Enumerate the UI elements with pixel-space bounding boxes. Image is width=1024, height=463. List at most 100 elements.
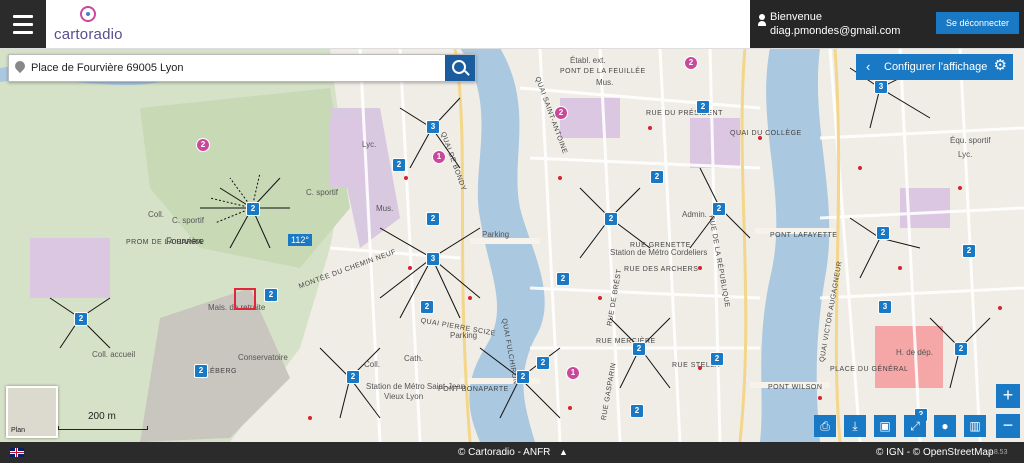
street-label: RUE GRENETTE [630,242,691,249]
user-email: diag.pmondes@gmail.com [770,25,901,37]
map-view[interactable]: ‹ Configurer l'affichage ⚙ Fourvière Con… [0,48,1024,442]
azimuth-label: 112° [288,234,312,246]
antenna-marker[interactable]: 3 [426,252,440,266]
logo-text: cartoradio [54,26,123,43]
configure-display-button[interactable]: ‹ Configurer l'affichage ⚙ [856,54,1013,80]
street-label: PONT BONAPARTE [438,386,509,393]
street-label: RUE DU PRÉSIDENT [646,110,723,117]
antenna-marker[interactable]: 2 [516,370,530,384]
street-label: PONT WILSON [768,384,823,391]
antenna-marker[interactable]: 2 [194,364,208,378]
map-label: Équ. sportif [950,136,991,145]
cartoradio-logo[interactable]: cartoradio [54,4,124,44]
zoom-in-button[interactable]: + [996,384,1020,408]
antenna-marker[interactable]: 2 [420,300,434,314]
search-button[interactable] [445,55,475,81]
street-label: RUE DES ARCHERS [624,266,699,273]
antenna-marker[interactable]: 2 [264,288,278,302]
map-label: Conservatoire [238,353,288,362]
search-bar [8,54,476,82]
map-label: Établ. ext. [570,56,606,65]
chevron-left-icon: ‹ [866,59,871,74]
menu-line [13,22,33,26]
antenna-marker[interactable]: 2 [632,342,646,356]
antenna-marker[interactable]: 2 [556,272,570,286]
map-credit: © IGN - © OpenStreetMap [876,447,994,458]
ruler-icon[interactable]: ▥ [964,415,986,437]
zoom-out-button[interactable]: − [996,414,1020,438]
map-label: Mus. [376,204,394,213]
antenna-marker[interactable]: 2 [954,342,968,356]
map-label: Coll. [148,210,165,219]
site-cluster-marker[interactable]: 1 [432,150,446,164]
antenna-marker[interactable]: 2 [74,312,88,326]
welcome-text: Bienvenue [770,11,822,23]
antenna-marker[interactable]: 2 [604,212,618,226]
street-label: QUAI DU COLLÈGE [730,130,802,137]
antenna-marker[interactable]: 2 [712,202,726,216]
map-label: Vieux Lyon [384,392,424,401]
layer-switcher-minimap[interactable]: Plan [6,386,58,438]
printer-icon[interactable]: ⎙ [814,415,836,437]
site-cluster-marker[interactable]: 2 [684,56,698,70]
pin-icon[interactable]: ● [934,415,956,437]
map-label: Station de Métro Cordeliers [610,248,708,257]
antenna-marker[interactable]: 2 [536,356,550,370]
antenna-marker[interactable]: 3 [878,300,892,314]
logo-antenna-icon [80,6,96,22]
street-label: PROM DE LA SARRA [126,239,203,246]
street-label: PONT LAFAYETTE [770,232,838,239]
cartoradio-credit: © Cartoradio - ANFR [458,447,551,458]
location-pin-icon [12,58,28,74]
map-label: C. sportif [306,188,339,197]
antenna-marker[interactable]: 2 [346,370,360,384]
site-cluster-marker[interactable]: 2 [554,106,568,120]
map-label: Cath. [404,354,424,363]
antenna-marker[interactable]: 3 [874,80,888,94]
configure-display-label: Configurer l'affichage [884,61,988,73]
chevron-up-icon[interactable]: ▲ [559,447,568,457]
street-label: PONT DE LA FEUILLÉE [560,68,646,75]
minimap-label: Plan [11,427,26,434]
antenna-marker[interactable]: 2 [696,100,710,114]
map-label: Coll. [364,360,381,369]
antenna-marker[interactable]: 2 [426,212,440,226]
floppy-icon[interactable]: ▣ [874,415,896,437]
antenna-marker[interactable]: 2 [650,170,664,184]
map-label: H. de dép. [896,348,933,357]
map-label: Mus. [596,78,614,87]
map-label: C. sportif [172,216,205,225]
antenna-marker[interactable]: 2 [710,352,724,366]
map-label: Parking [482,230,510,239]
scale-line [58,426,148,430]
map-label: Lyc. [958,150,973,159]
menu-line [13,30,33,34]
antenna-marker[interactable]: 2 [630,404,644,418]
site-cluster-marker[interactable]: 1 [566,366,580,380]
antenna-marker[interactable]: 2 [876,226,890,240]
address-search-input[interactable] [29,57,443,79]
menu-line [13,14,33,18]
antenna-marker[interactable]: 2 [246,202,260,216]
scale-text: 200 m [88,411,116,422]
fullscreen-icon[interactable]: ⤢ [904,415,926,437]
top-bar: cartoradio Bienvenue diag.pmondes@gmail.… [0,0,1024,49]
street-label: RUE MERCIÈRE [596,338,656,345]
hamburger-menu-button[interactable] [0,0,46,48]
user-icon [758,14,766,26]
selected-site-marker[interactable] [234,288,256,310]
uk-flag-icon[interactable] [10,448,24,457]
antenna-marker[interactable]: 3 [426,120,440,134]
antenna-marker[interactable]: 2 [392,158,406,172]
map-label: Admin. [682,210,707,219]
user-panel: Bienvenue diag.pmondes@gmail.com Se déco… [750,0,1024,48]
map-label: Coll. accueil [92,350,136,359]
download-icon[interactable]: ⤓ [844,415,866,437]
gear-icon: ⚙ [993,57,1007,74]
map-label: Lyc. [362,140,377,149]
site-cluster-marker[interactable]: 2 [196,138,210,152]
footer-bar: © Cartoradio - ANFR ▲ © IGN - © OpenStre… [0,442,1024,463]
version-text: 4.8.53 [988,449,1008,456]
antenna-marker[interactable]: 2 [962,244,976,258]
logout-button[interactable]: Se déconnecter [936,12,1019,34]
